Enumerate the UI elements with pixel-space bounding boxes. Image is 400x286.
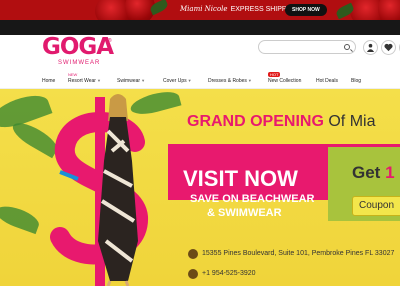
nav-item-dresses-robes[interactable]: Dresses & Robes▼ [208,78,252,84]
save-text: SAVE ON BEACHWEAR [190,193,315,205]
logo-registered-mark: ® [108,38,112,44]
nav-label: Swimwear [117,78,141,84]
model-photo [98,94,138,286]
new-badge: NEW [68,72,78,77]
user-icon[interactable] [363,40,378,55]
store-phone[interactable]: +1 954-525-3920 [202,270,256,277]
palm-leaf-decoration [0,201,42,235]
coupon-button[interactable]: Coupon [352,196,400,216]
chevron-down-icon: ▼ [247,78,252,83]
promo-text: Miami Nicole EXPRESS SHIPPING [180,5,299,13]
nav-item-resort-wear[interactable]: NEW Resort Wear▼ [68,72,101,84]
logo-subtitle: SWIMWEAR [58,60,101,66]
nav-item-hot-deals[interactable]: Hot Deals [316,78,338,84]
grand-opening-heading: GRAND OPENING Of Mia [187,113,375,131]
hero-banner[interactable]: GRAND OPENING Of Mia VISIT NOW SAVE ON B… [0,89,400,286]
heart-icon[interactable] [381,40,396,55]
promo-script-text: Miami Nicole [180,5,228,13]
hot-badge: HOT [268,72,281,77]
chevron-down-icon: ▼ [141,78,146,83]
nav-label: Home [42,78,56,84]
search-input[interactable] [258,40,356,54]
site-logo[interactable]: GOGA ® SWIMWEAR [42,34,116,70]
nav-item-new-collection[interactable]: HOT New Collection [268,72,302,84]
site-header: GOGA ® SWIMWEAR [0,34,400,73]
discount-text: Get 1 [352,163,395,183]
phone-icon [188,269,198,279]
search-icon[interactable] [344,44,350,50]
nav-label: Cover Ups [163,78,187,84]
rose-decoration [378,0,400,20]
nav-label: New Collection [268,78,302,84]
nav-item-cover-ups[interactable]: Cover Ups▼ [163,78,192,84]
nav-item-blog[interactable]: Blog [351,78,361,84]
promo-banner[interactable]: Miami Nicole EXPRESS SHIPPING SHOP NOW [0,0,400,20]
swimwear-text: & SWIMWEAR [207,207,282,219]
discount-number: 1 [385,163,395,182]
secondary-bar [0,20,400,35]
grand-opening-text: GRAND OPENING [187,113,324,130]
logo-wordmark: GOGA [42,34,114,60]
shop-now-button[interactable]: SHOP NOW [285,4,327,16]
main-navigation: Home NEW Resort Wear▼ Swimwear▼ Cover Up… [0,72,400,89]
nav-item-home[interactable]: Home [42,78,55,84]
get-label: Get [352,163,381,182]
chevron-down-icon: ▼ [96,78,101,83]
nav-item-swimwear[interactable]: Swimwear▼ [117,78,145,84]
nav-label: Blog [351,78,362,84]
chevron-down-icon: ▼ [187,78,192,83]
city-text: Of Mia [328,113,376,130]
location-pin-icon [188,249,198,259]
nav-label: Dresses & Robes [208,78,247,84]
nav-label: Resort Wear [68,78,96,84]
visit-now-heading: VISIT NOW [183,166,298,191]
nav-label: Hot Deals [316,78,338,84]
store-address: 15355 Pines Boulevard, Suite 101, Pembro… [202,250,395,257]
